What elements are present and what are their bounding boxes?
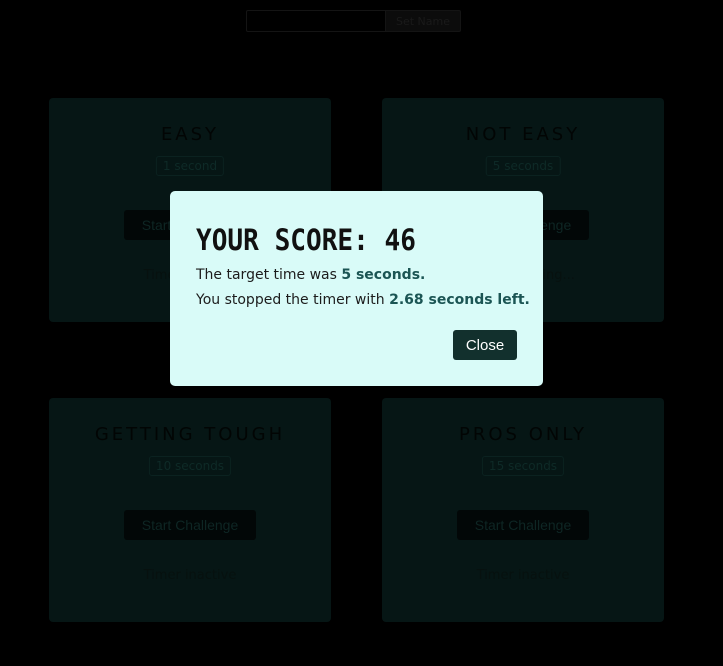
- page: Set Name EASY 1 second Start Challenge T…: [0, 0, 723, 666]
- challenge-card-getting-tough: GETTING TOUGH 10 seconds Start Challenge…: [49, 398, 331, 622]
- challenge-title: NOT EASY: [465, 124, 581, 145]
- target-time-prefix: The target time was: [196, 267, 342, 283]
- challenge-target-time: 5 seconds: [485, 156, 561, 176]
- challenge-card-pros-only: PROS ONLY 15 seconds Start Challenge Tim…: [382, 398, 664, 622]
- start-challenge-button[interactable]: Start Challenge: [457, 510, 589, 540]
- remaining-time-message: You stopped the timer with 2.68 seconds …: [196, 292, 530, 308]
- result-modal: YOUR SCORE: 46 The target time was 5 sec…: [170, 191, 543, 386]
- challenge-title: GETTING TOUGH: [94, 424, 286, 445]
- timer-status: Timer inactive: [143, 568, 237, 583]
- player-name-form: Set Name: [246, 10, 461, 34]
- set-name-button[interactable]: Set Name: [386, 10, 461, 32]
- remaining-time-value: 2.68 seconds left.: [389, 292, 530, 308]
- challenge-title: EASY: [160, 124, 220, 145]
- challenge-target-time: 1 second: [155, 156, 225, 176]
- target-time-value: 5 seconds.: [341, 267, 426, 283]
- score-title: YOUR SCORE: 46: [196, 223, 416, 257]
- timer-status: Timer inactive: [476, 568, 570, 583]
- close-button[interactable]: Close: [453, 330, 517, 360]
- target-time-message: The target time was 5 seconds.: [196, 267, 425, 283]
- start-challenge-button[interactable]: Start Challenge: [124, 510, 256, 540]
- player-name-input[interactable]: [246, 10, 386, 32]
- challenge-target-time: 10 seconds: [148, 456, 232, 476]
- remaining-time-prefix: You stopped the timer with: [196, 292, 390, 308]
- challenge-target-time: 15 seconds: [481, 456, 565, 476]
- challenge-title: PROS ONLY: [459, 424, 587, 445]
